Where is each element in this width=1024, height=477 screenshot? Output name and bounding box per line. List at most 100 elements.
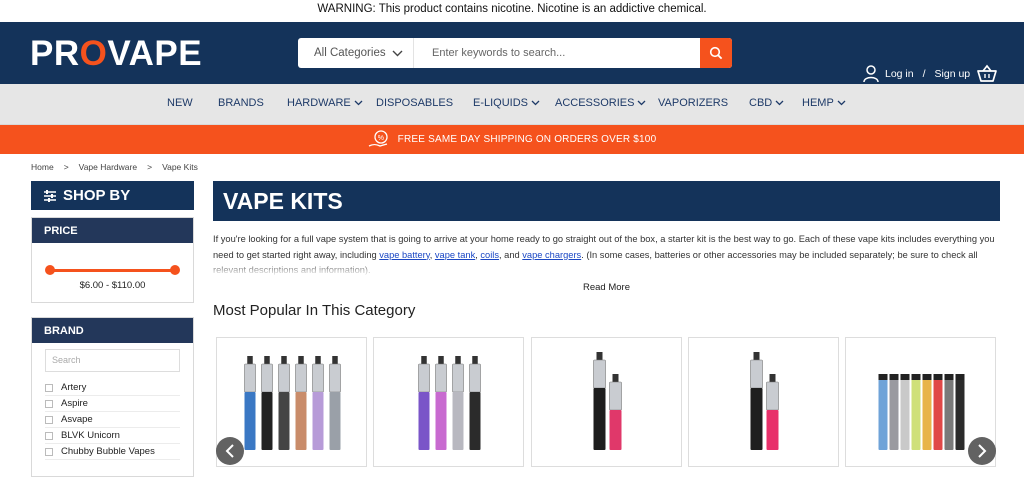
breadcrumb-item: Vape Kits: [162, 162, 198, 172]
product-image: [750, 352, 779, 450]
shop-by-header: SHOP BY: [31, 181, 194, 210]
checkbox[interactable]: [45, 447, 53, 456]
brand-option-label: Asvape: [61, 414, 93, 425]
nav-item-label: CBD: [749, 97, 773, 109]
product-card[interactable]: [531, 337, 682, 467]
brand-list: Artery Aspire Asvape BLVK Unicorn Chubby Bub…: [32, 380, 193, 460]
product-card[interactable]: [688, 337, 839, 467]
price-slider-min-handle[interactable]: [45, 265, 55, 275]
shop-by-title: SHOP BY: [63, 187, 131, 204]
search-icon: [709, 46, 723, 60]
checkbox[interactable]: [45, 431, 53, 440]
brand-option[interactable]: Aspire: [45, 396, 180, 412]
nav-item-label: VAPORIZERS: [658, 97, 729, 109]
shipping-text: FREE SAME DAY SHIPPING ON ORDERS OVER $1…: [397, 134, 657, 145]
product-image: [418, 356, 481, 450]
price-slider-track[interactable]: [49, 269, 175, 272]
breadcrumb: Home > Vape Hardware > Vape Kits: [31, 162, 198, 172]
brand-option[interactable]: BLVK Unicorn: [45, 428, 180, 444]
coils-link[interactable]: coils: [480, 250, 499, 260]
nav-item-label: NEW: [167, 97, 193, 109]
nicotine-warning: WARNING: This product contains nicotine.…: [0, 0, 1024, 22]
brand-search-input[interactable]: Search: [45, 349, 180, 372]
breadcrumb-item[interactable]: Home: [31, 162, 54, 172]
shipping-banner: % FREE SAME DAY SHIPPING ON ORDERS OVER …: [0, 125, 1024, 154]
chevron-right-icon: [978, 444, 987, 458]
account-links: Log in / Sign up: [863, 64, 970, 84]
vape-battery-link[interactable]: vape battery: [379, 250, 429, 260]
nav-item-e-liquids[interactable]: E-LIQUIDS: [473, 97, 540, 109]
vape-tank-link[interactable]: vape tank: [435, 250, 475, 260]
account-separator: /: [922, 68, 926, 80]
chevron-down-icon: [638, 100, 646, 106]
chevron-down-icon: [392, 50, 403, 56]
description-text: , and: [499, 249, 523, 260]
nav-item-label: E-LIQUIDS: [473, 97, 529, 109]
search-input[interactable]: [414, 38, 700, 68]
chevron-down-icon: [775, 100, 784, 106]
nav-item-accessories[interactable]: ACCESSORIES: [555, 97, 646, 109]
carousel-next-button[interactable]: [968, 437, 996, 465]
filter-sliders-icon: [44, 189, 56, 202]
login-link[interactable]: Log in: [885, 68, 914, 80]
category-select[interactable]: All Categories: [298, 38, 414, 68]
price-filter: PRICE $6.00 - $110.00: [31, 217, 194, 303]
chevron-down-icon: [354, 100, 363, 106]
page-title: VAPE KITS: [213, 181, 1000, 221]
nav-item-label: DISPOSABLES: [376, 97, 454, 109]
breadcrumb-separator: >: [147, 162, 153, 172]
site-header: PROVAPE All Categories Log in / Sign up: [0, 22, 1024, 84]
popular-heading: Most Popular In This Category: [213, 302, 416, 319]
price-range-value: $6.00 - $110.00: [79, 280, 146, 291]
sidebar: SHOP BY PRICE $6.00 - $110.00 BRAND Sear…: [31, 181, 194, 477]
nav-item-brands[interactable]: BRANDS: [218, 97, 264, 109]
checkbox[interactable]: [45, 415, 53, 424]
nav-item-label: BRANDS: [218, 97, 264, 109]
chevron-down-icon: [837, 100, 846, 106]
free-shipping-icon: %: [368, 129, 388, 147]
signup-link[interactable]: Sign up: [935, 68, 971, 80]
breadcrumb-item[interactable]: Vape Hardware: [79, 162, 137, 172]
nav-item-label: HARDWARE: [287, 97, 351, 109]
nav-item-label: HEMP: [802, 97, 834, 109]
breadcrumb-separator: >: [63, 162, 69, 172]
nav-item-cbd[interactable]: CBD: [749, 97, 784, 109]
brand-option[interactable]: Artery: [45, 380, 180, 396]
nav-item-disposables[interactable]: DISPOSABLES: [376, 97, 453, 109]
carousel-prev-button[interactable]: [216, 437, 244, 465]
product-carousel: [216, 337, 1000, 467]
brand-option[interactable]: Chubby Bubble Vapes: [45, 444, 180, 460]
brand-option-label: Chubby Bubble Vapes: [61, 446, 155, 457]
vape-chargers-link[interactable]: vape chargers: [522, 250, 581, 260]
logo-text: VAPE: [107, 34, 203, 73]
checkbox[interactable]: [45, 383, 53, 392]
logo-text: PR: [30, 34, 80, 73]
product-image: [593, 352, 622, 450]
brand-option-label: Aspire: [61, 398, 88, 409]
logo-o-letter: O: [79, 34, 108, 73]
brand-option[interactable]: Asvape: [45, 412, 180, 428]
provape-logo[interactable]: PR O VAPE: [30, 34, 203, 73]
brand-filter-title: BRAND: [32, 318, 193, 343]
brand-option-label: Artery: [61, 382, 87, 393]
brand-option-label: BLVK Unicorn: [61, 430, 120, 441]
cart-icon[interactable]: [976, 64, 998, 86]
product-card[interactable]: [373, 337, 524, 467]
nav-item-new[interactable]: NEW: [167, 97, 193, 109]
search-button[interactable]: [700, 38, 732, 68]
user-icon[interactable]: [863, 65, 879, 83]
category-description: If you're looking for a full vape system…: [213, 232, 1000, 276]
price-slider-max-handle[interactable]: [170, 265, 180, 275]
read-more-button[interactable]: Read More: [213, 282, 1000, 293]
svg-text:%: %: [377, 135, 383, 142]
chevron-down-icon: [531, 100, 540, 106]
nav-item-vaporizers[interactable]: VAPORIZERS: [658, 97, 728, 109]
price-filter-title: PRICE: [32, 218, 193, 243]
nav-item-hemp[interactable]: HEMP: [802, 97, 846, 109]
main-content: VAPE KITS If you're looking for a full v…: [213, 181, 1000, 319]
description-fade: [213, 262, 1000, 276]
nav-item-hardware[interactable]: HARDWARE: [287, 97, 363, 109]
search-bar: All Categories: [298, 38, 732, 68]
main-nav: NEW BRANDS HARDWARE DISPOSABLES E-LIQUIDS ACC…: [0, 84, 1024, 125]
checkbox[interactable]: [45, 399, 53, 408]
